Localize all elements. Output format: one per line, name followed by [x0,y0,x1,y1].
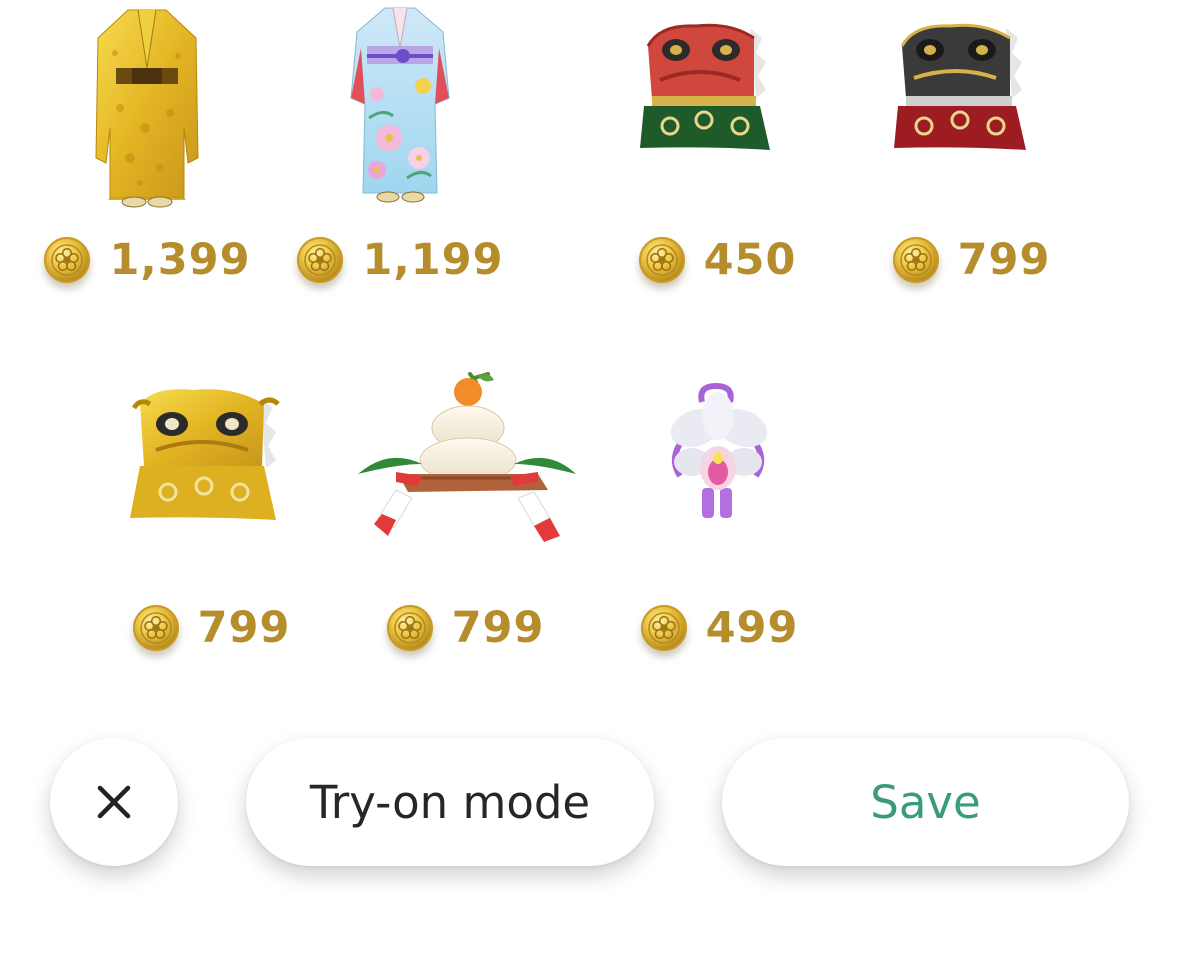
price-tag: 1,399 [20,236,274,284]
price-tag: 499 [592,604,846,652]
try-on-mode-button[interactable]: Try-on mode [246,738,654,866]
price-label: 499 [705,602,799,653]
price-label: 1,199 [362,234,504,285]
shop-item[interactable]: 1,399 [20,0,274,328]
save-button[interactable]: Save [722,738,1129,866]
coin-icon [386,605,433,651]
price-tag: 450 [590,236,844,284]
red-lion-hat-image [640,23,770,150]
black-lion-hat-image [894,23,1026,150]
gold-kimono-image [95,9,199,208]
shop-item[interactable]: 799 [338,368,592,698]
price-label: 1,399 [109,234,251,285]
price-tag: 799 [338,604,592,652]
try-on-mode-label: Try-on mode [309,775,591,829]
coin-icon [638,237,685,283]
shop-item[interactable]: 450 [590,0,844,328]
price-label: 799 [957,234,1051,285]
price-label: 450 [703,234,797,285]
save-label: Save [870,775,981,829]
coin-icon [297,237,344,283]
coin-icon [640,605,687,651]
price-label: 799 [451,602,545,653]
coin-icon [44,237,91,283]
kagami-mochi-image [358,372,576,542]
price-tag: 799 [844,236,1098,284]
shop-item[interactable]: 799 [844,0,1098,328]
coin-icon [892,237,939,283]
price-tag: 1,199 [273,236,527,284]
close-button[interactable] [50,738,178,866]
price-tag: 799 [84,604,338,652]
gold-lion-hat-image [130,389,280,520]
coin-icon [132,605,179,651]
shop-item[interactable]: 499 [592,368,846,698]
shop-item[interactable]: 799 [84,368,338,698]
orchid-ornament-image [670,382,768,518]
price-label: 799 [197,602,291,653]
close-icon [97,785,131,819]
shop-item-grid-screen: 1,399 1,199 450 799 799 799 499 Try-on m… [0,0,1179,961]
floral-kimono-image [350,7,450,203]
shop-item[interactable]: 1,199 [273,0,527,328]
